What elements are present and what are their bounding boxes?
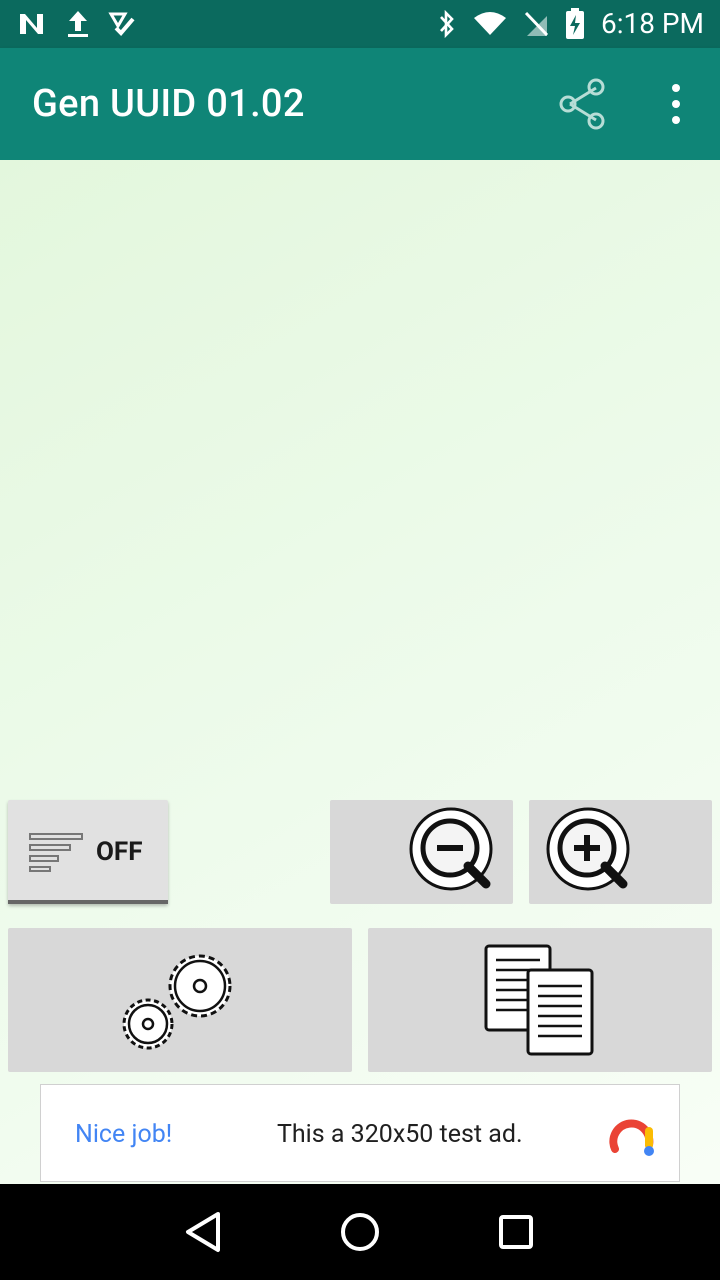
copy-icon xyxy=(484,944,594,1056)
copy-button[interactable] xyxy=(368,928,712,1072)
zoom-out-button[interactable] xyxy=(330,800,513,904)
clock: 6:18 PM xyxy=(600,7,704,40)
share-button[interactable] xyxy=(556,76,608,132)
bluetooth-icon xyxy=(439,9,454,39)
app-bar: Gen UUID 01.02 xyxy=(0,48,720,160)
toggle-indicator xyxy=(8,900,168,904)
recents-button[interactable] xyxy=(488,1204,544,1260)
app-title: Gen UUID 01.02 xyxy=(32,82,305,126)
share-icon xyxy=(559,78,605,130)
sort-lines-icon xyxy=(29,833,83,872)
zoom-out-icon xyxy=(409,807,493,891)
more-vert-icon xyxy=(672,84,680,124)
toggle-label: OFF xyxy=(96,837,143,867)
navigation-bar xyxy=(0,1184,720,1280)
n-icon xyxy=(20,14,43,34)
generate-uuid-button[interactable] xyxy=(8,928,352,1072)
overflow-menu-button[interactable] xyxy=(656,76,696,132)
ad-banner[interactable]: Nice job! This a 320x50 test ad. xyxy=(40,1084,680,1182)
ad-logo-icon xyxy=(609,1119,654,1156)
task-done-icon xyxy=(108,12,135,36)
wifi-icon xyxy=(473,12,506,35)
zoom-in-button[interactable] xyxy=(529,800,712,904)
home-button[interactable] xyxy=(332,1204,388,1260)
back-icon xyxy=(186,1212,220,1252)
battery-charging-icon xyxy=(565,8,584,39)
home-icon xyxy=(341,1213,379,1251)
no-sim-icon xyxy=(524,11,549,37)
upload-icon xyxy=(68,11,88,37)
back-button[interactable] xyxy=(176,1204,232,1260)
ad-text: This a 320x50 test ad. xyxy=(277,1120,523,1149)
gears-icon xyxy=(122,954,232,1050)
status-bar: 6:18 PM xyxy=(0,0,720,48)
list-toggle-button[interactable]: OFF xyxy=(8,800,168,904)
ad-title: Nice job! xyxy=(75,1120,173,1149)
uuid-display-area: OFF Nice job! This a 320x50 test ad. xyxy=(0,160,720,1184)
recents-icon xyxy=(499,1215,533,1249)
zoom-in-icon xyxy=(546,807,630,891)
